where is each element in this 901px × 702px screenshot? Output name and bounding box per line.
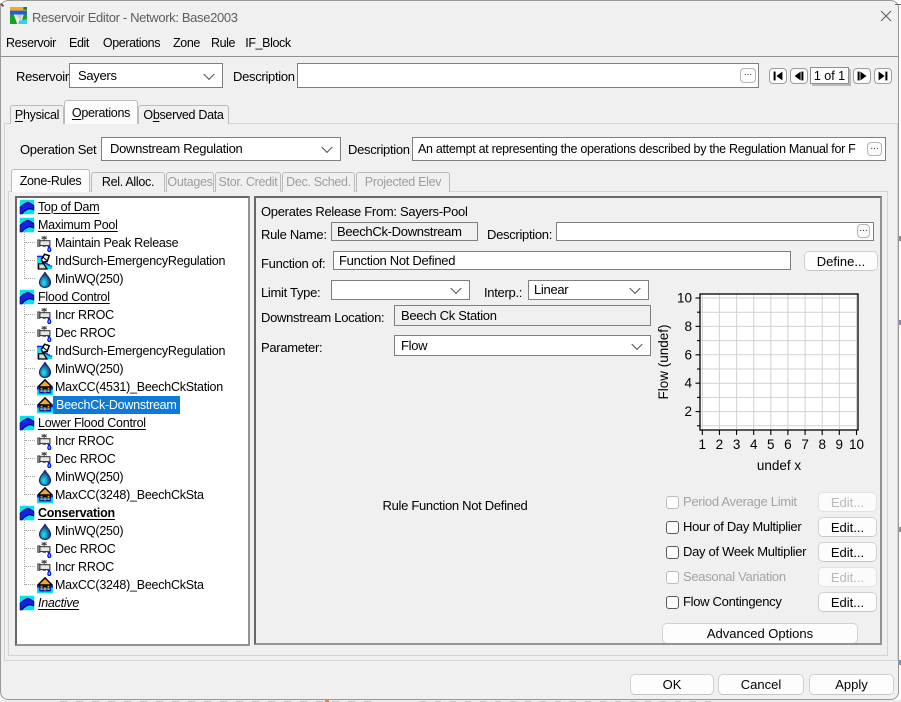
svg-text:10: 10 xyxy=(849,437,864,452)
svg-text:2: 2 xyxy=(716,437,724,452)
svg-text:7: 7 xyxy=(801,437,809,452)
svg-text:Flow (undef): Flow (undef) xyxy=(656,324,671,399)
svg-text:6: 6 xyxy=(684,347,692,362)
svg-text:6: 6 xyxy=(784,437,792,452)
svg-text:3: 3 xyxy=(733,437,741,452)
svg-text:8: 8 xyxy=(684,319,692,334)
svg-text:1: 1 xyxy=(699,437,707,452)
svg-text:10: 10 xyxy=(677,291,692,306)
svg-text:5: 5 xyxy=(767,437,775,452)
svg-text:4: 4 xyxy=(750,437,758,452)
svg-text:4: 4 xyxy=(684,376,692,391)
svg-text:9: 9 xyxy=(836,437,844,452)
svg-text:undef x: undef x xyxy=(757,458,802,473)
svg-text:8: 8 xyxy=(818,437,826,452)
svg-text:2: 2 xyxy=(684,404,692,419)
